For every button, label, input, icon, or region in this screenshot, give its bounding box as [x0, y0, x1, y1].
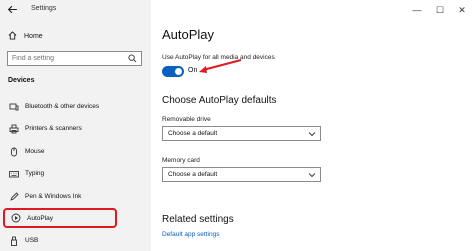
sidebar: Home Devices Bluetooth & other devices P… — [0, 0, 151, 251]
home-icon — [8, 30, 18, 42]
sidebar-item-autoplay[interactable]: AutoPlay — [3, 208, 117, 228]
home-nav-item[interactable]: Home — [8, 30, 43, 42]
dropdown-value: Choose a default — [168, 130, 218, 137]
bluetooth-icon — [9, 102, 19, 112]
sidebar-item-printers[interactable]: Printers & scanners — [3, 120, 117, 137]
home-label: Home — [24, 32, 43, 40]
search-box[interactable] — [7, 51, 142, 66]
sidebar-item-label: Mouse — [25, 148, 45, 155]
memory-card-dropdown[interactable]: Choose a default — [162, 167, 321, 182]
usb-icon — [9, 236, 19, 246]
sidebar-item-pen[interactable]: Pen & Windows Ink — [3, 188, 117, 205]
removable-drive-dropdown[interactable]: Choose a default — [162, 126, 321, 141]
related-settings-heading: Related settings — [162, 214, 234, 225]
dropdown-value: Choose a default — [168, 171, 218, 178]
sidebar-item-label: Bluetooth & other devices — [25, 103, 100, 110]
sidebar-item-label: Typing — [25, 170, 45, 177]
window-title: Settings — [31, 5, 57, 12]
printer-icon — [9, 124, 19, 134]
devices-section-label: Devices — [8, 77, 35, 84]
sidebar-item-label: AutoPlay — [27, 214, 54, 222]
search-icon[interactable] — [128, 54, 137, 63]
sidebar-item-mouse[interactable]: Mouse — [3, 143, 117, 160]
sidebar-item-typing[interactable]: Typing — [3, 165, 117, 182]
mouse-icon — [9, 147, 19, 157]
search-input[interactable] — [12, 53, 122, 64]
defaults-heading: Choose AutoPlay defaults — [162, 95, 277, 106]
memory-card-label: Memory card — [162, 157, 200, 164]
sidebar-item-label: Pen & Windows Ink — [25, 193, 82, 200]
sidebar-item-bluetooth[interactable]: Bluetooth & other devices — [3, 98, 117, 115]
main-content: AutoPlay Use AutoPlay for all media and … — [151, 0, 474, 251]
keyboard-icon — [9, 169, 19, 179]
back-arrow-icon[interactable] — [7, 4, 19, 16]
toggle-knob — [175, 68, 182, 75]
sidebar-item-label: Printers & scanners — [25, 125, 82, 132]
red-arrow-annotation-icon — [199, 59, 242, 73]
pen-icon — [9, 191, 19, 202]
autoplay-icon — [11, 213, 21, 223]
chevron-down-icon — [308, 173, 316, 178]
sidebar-item-usb[interactable]: USB — [3, 232, 117, 249]
sidebar-item-label: USB — [25, 237, 39, 244]
removable-drive-label: Removable drive — [162, 116, 211, 123]
default-app-settings-link[interactable]: Default app settings — [162, 231, 219, 238]
chevron-down-icon — [308, 132, 316, 137]
autoplay-toggle[interactable] — [162, 66, 184, 77]
page-title: AutoPlay — [162, 27, 215, 42]
